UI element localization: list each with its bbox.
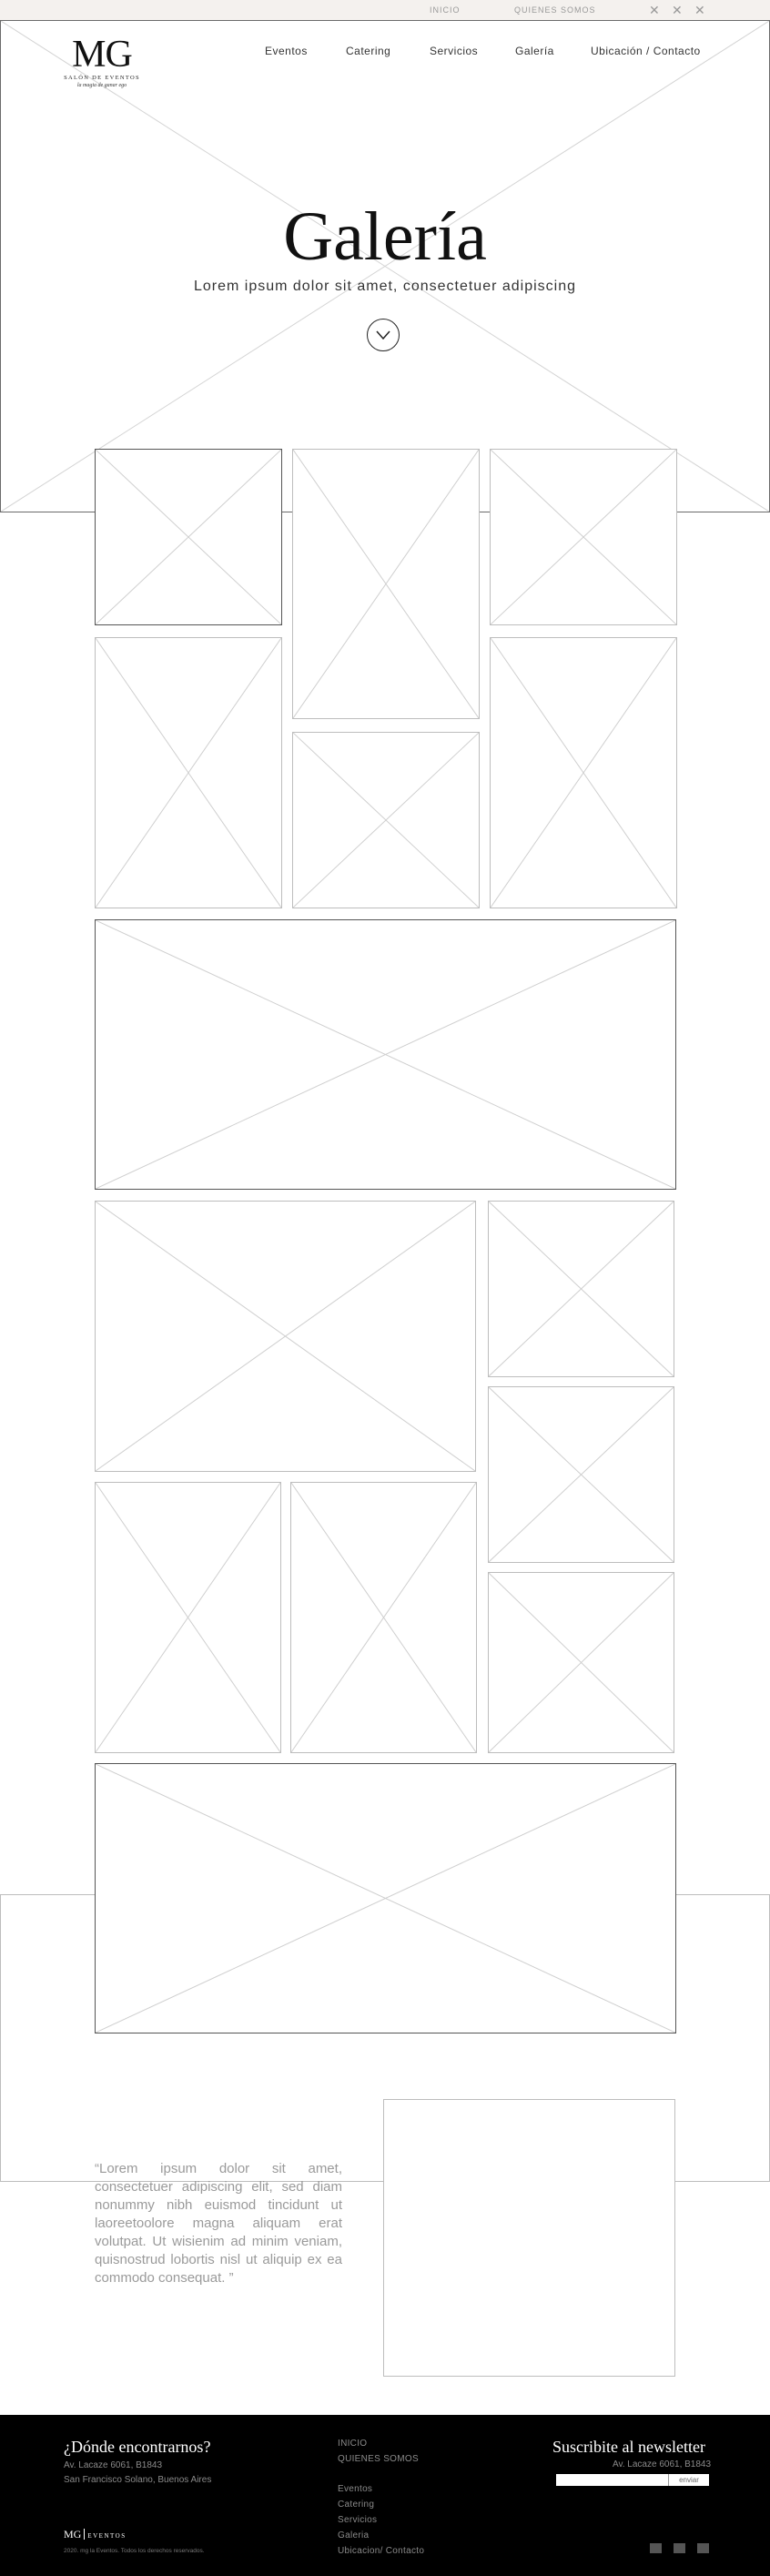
gallery-image[interactable] xyxy=(490,449,677,625)
gallery-image[interactable] xyxy=(290,1482,477,1753)
gallery-image[interactable] xyxy=(95,1201,476,1472)
footer-link-quienes-somos[interactable]: QUIENES SOMOS xyxy=(338,2454,419,2464)
footer-link-inicio[interactable]: INICIO xyxy=(338,2439,367,2449)
footer-link-servicios[interactable]: Servicios xyxy=(338,2515,377,2525)
social-icon[interactable] xyxy=(674,2543,685,2553)
footer-location-title: ¿Dónde encontrarnos? xyxy=(64,2438,211,2456)
brand-logo[interactable]: MG SALÓN DE EVENTOS la magia de ganar eg… xyxy=(64,34,140,88)
social-icon[interactable] xyxy=(650,2543,662,2553)
nav-item-catering[interactable]: Catering xyxy=(346,45,390,57)
gallery-image[interactable] xyxy=(292,732,480,908)
close-icon[interactable]: ✕ xyxy=(672,4,683,16)
gallery-image[interactable] xyxy=(488,1386,674,1563)
footer-link-galeria[interactable]: Galeria xyxy=(338,2530,369,2541)
footer-address-line1: Av. Lacaze 6061, B1843 xyxy=(64,2460,163,2470)
logo-subtitle: SALÓN DE EVENTOS xyxy=(64,75,140,81)
nav-item-galeria[interactable]: Galería xyxy=(515,45,554,57)
footer-logo-divider xyxy=(84,2529,86,2540)
gallery-image[interactable] xyxy=(95,449,282,625)
gallery-image-wide[interactable] xyxy=(95,1763,676,2033)
scroll-down-button[interactable] xyxy=(367,319,400,351)
page-title: Galería xyxy=(283,198,487,275)
gallery-image[interactable] xyxy=(292,449,480,719)
topbar-link-inicio[interactable]: INICIO xyxy=(430,5,461,15)
page-subtitle: Lorem ipsum dolor sit amet, consectetuer… xyxy=(193,279,577,294)
footer-address-line2: San Francisco Solano, Buenos Aires xyxy=(64,2475,212,2485)
gallery-image-wide[interactable] xyxy=(95,919,676,1190)
newsletter-submit-button[interactable]: enviar xyxy=(668,2474,709,2486)
testimonial-image-placeholder xyxy=(383,2099,675,2377)
footer-link-eventos[interactable]: Eventos xyxy=(338,2484,372,2494)
nav-item-eventos[interactable]: Eventos xyxy=(265,45,308,57)
logo-mark: MG xyxy=(72,34,133,76)
testimonial-quote: “Lorem ipsum dolor sit amet, consectetue… xyxy=(95,2161,342,2286)
footer-logo-mark: MG xyxy=(64,2528,82,2541)
newsletter-address: Av. Lacaze 6061, B1843 xyxy=(613,2459,712,2470)
close-icon[interactable]: ✕ xyxy=(694,4,705,16)
footer-link-catering[interactable]: Catering xyxy=(338,2500,374,2510)
gallery-image[interactable] xyxy=(488,1572,674,1753)
footer-logo[interactable]: MG EVENTOS xyxy=(64,2528,127,2541)
logo-tagline: la magia de ganar ego xyxy=(76,83,127,88)
close-icon[interactable]: ✕ xyxy=(649,4,660,16)
gallery-image[interactable] xyxy=(95,1482,281,1753)
newsletter-title: Suscribite al newsletter xyxy=(552,2438,705,2456)
nav-item-ubicacion-contacto[interactable]: Ubicación / Contacto xyxy=(591,45,701,57)
gallery-image[interactable] xyxy=(488,1201,674,1377)
chevron-down-icon xyxy=(376,330,390,340)
topbar-link-quienes-somos[interactable]: QUIENES SOMOS xyxy=(514,5,596,15)
gallery-image[interactable] xyxy=(490,637,677,908)
footer-logo-text: EVENTOS xyxy=(87,2532,127,2540)
newsletter-email-input[interactable] xyxy=(556,2474,668,2486)
footer-link-ubicacion-contacto[interactable]: Ubicacion/ Contacto xyxy=(338,2546,424,2556)
social-icon[interactable] xyxy=(697,2543,709,2553)
top-bar: INICIO QUIENES SOMOS ✕ ✕ ✕ xyxy=(0,0,770,20)
footer-copyright: 2020. mg la Eventos. Todos los derechos … xyxy=(64,2548,205,2554)
gallery-image[interactable] xyxy=(95,637,282,908)
nav-item-servicios[interactable]: Servicios xyxy=(430,45,478,57)
